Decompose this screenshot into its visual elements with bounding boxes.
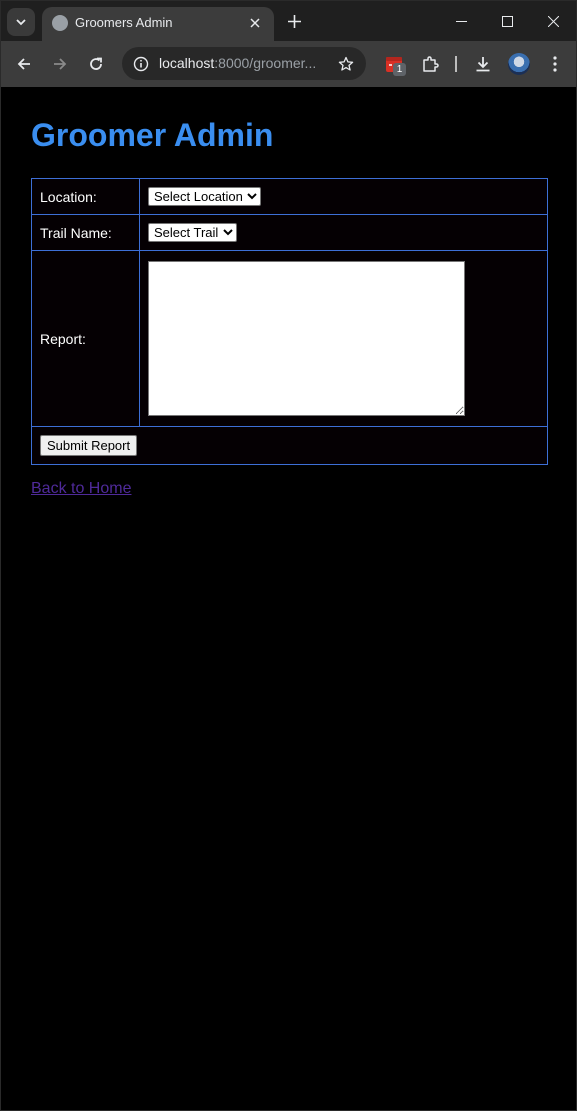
download-button[interactable] [468,49,498,79]
arrow-right-icon [54,58,67,70]
browser-tab[interactable]: Groomers Admin [42,7,274,41]
tab-strip: Groomers Admin [1,1,576,41]
tab-close-button[interactable] [244,12,266,34]
tab-search-button[interactable] [7,8,35,36]
location-row: Location: Select Location [31,178,548,215]
browser-menu-button[interactable] [540,49,570,79]
page-title: Groomer Admin [31,117,274,153]
report-row: Report: [31,250,548,427]
new-tab-button[interactable] [282,8,306,34]
avatar-icon[interactable] [508,53,530,75]
bookmark-button[interactable] [334,52,358,76]
extension-badge: 1 [393,63,406,76]
url-path: :8000/groomer... [214,55,317,71]
trail-row: Trail Name: Select Trail [31,214,548,251]
puzzle-icon [423,56,439,72]
reload-button[interactable] [81,49,111,79]
report-label: Report: [31,250,140,427]
back-button[interactable] [9,49,39,79]
arrow-left-icon [17,58,30,70]
maximize-button[interactable] [484,1,530,41]
toolbar-separator [455,56,457,72]
info-icon [133,56,149,72]
star-icon [338,56,354,71]
browser-toolbar: localhost:8000/groomer... 1 [1,41,576,87]
report-form: Location: Select Location Trail Name: Se… [31,178,548,465]
plus-icon [287,14,301,28]
extensions-menu-button[interactable] [415,49,445,79]
trail-cell: Select Trail [139,214,548,251]
address-bar[interactable]: localhost:8000/groomer... [122,47,366,80]
globe-icon [52,15,68,31]
close-window-button[interactable] [530,1,576,41]
tab-title: Groomers Admin [75,15,173,30]
location-cell: Select Location [139,178,548,215]
location-select[interactable]: Select Location [148,187,261,206]
download-icon [476,57,490,72]
submit-report-button[interactable]: Submit Report [40,435,138,456]
location-label: Location: [31,178,140,215]
kebab-menu-icon [553,56,557,72]
chevron-down-icon [16,19,26,26]
reload-icon [90,57,102,70]
maximize-icon [501,15,513,27]
minimize-icon [455,20,467,22]
trail-select[interactable]: Select Trail [148,223,237,242]
url-text: localhost:8000/groomer... [159,55,316,71]
browser-window: Groomers Admin localhost:8000/groomer...… [0,0,577,1111]
forward-button[interactable] [45,49,75,79]
page-content: Groomer Admin Location: Select Location … [1,87,576,1110]
report-textarea[interactable] [148,261,465,416]
submit-cell: Submit Report [31,426,548,465]
url-host: localhost [159,55,215,71]
site-info-button[interactable] [128,51,154,77]
back-to-home-link[interactable]: Back to Home [31,480,131,498]
close-icon [250,18,260,28]
close-icon [547,15,559,27]
report-cell [139,250,548,427]
trail-label: Trail Name: [31,214,140,251]
minimize-button[interactable] [438,1,484,41]
submit-row: Submit Report [31,426,548,465]
